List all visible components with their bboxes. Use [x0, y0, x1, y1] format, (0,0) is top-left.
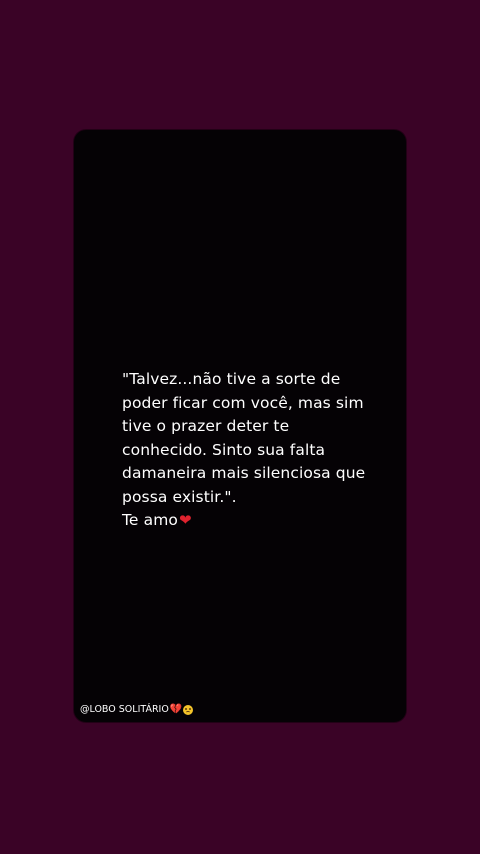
red-heart-icon: ❤ [178, 511, 192, 529]
broken-heart-icon: 💔 [169, 704, 183, 715]
signoff-row: Te amo❤ [122, 509, 390, 533]
watermark: @LOBO SOLITÁRIO 💔 [80, 704, 194, 716]
story-card: "Talvez...não tive a sorte de poder fica… [74, 130, 406, 722]
signoff-text: Te amo [122, 511, 178, 529]
watermark-handle: @LOBO SOLITÁRIO [80, 704, 169, 715]
quote-text: "Talvez...não tive a sorte de poder fica… [122, 370, 366, 506]
quote-block: "Talvez...não tive a sorte de poder fica… [122, 368, 390, 533]
sad-face-icon [183, 705, 194, 715]
